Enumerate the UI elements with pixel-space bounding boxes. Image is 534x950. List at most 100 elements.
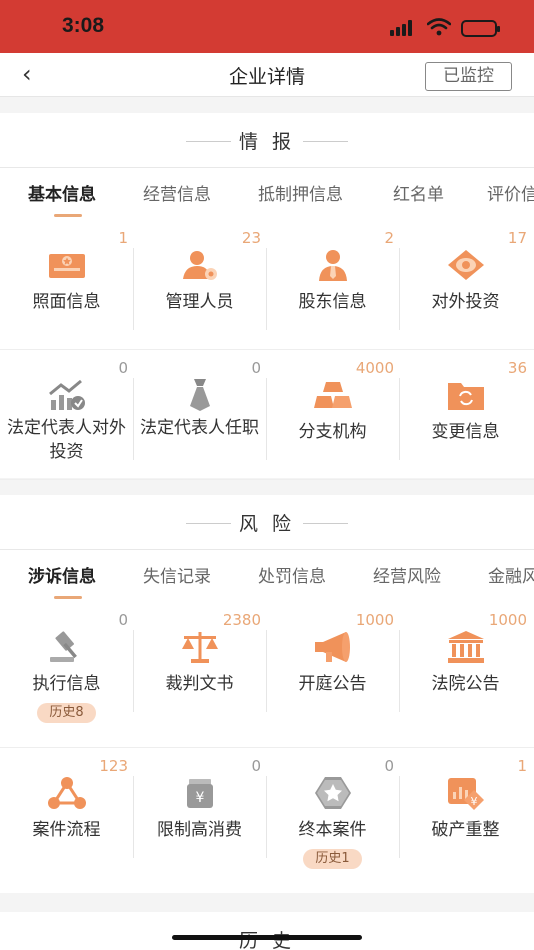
- risk-section-title: 风 险: [238, 513, 296, 535]
- grid-item-bankruptcy[interactable]: 1 ¥ 破产重整: [399, 748, 532, 893]
- megaphone-icon: [315, 632, 350, 662]
- grid-item-court-notices[interactable]: 1000 法院公告: [399, 602, 532, 748]
- manager-icon: [183, 251, 217, 280]
- wifi-icon: [427, 18, 451, 36]
- item-label: 开庭公告: [298, 674, 367, 694]
- bankruptcy-icon: ¥: [448, 778, 484, 810]
- intel-section-title: 情 报: [238, 131, 296, 153]
- history-badge[interactable]: 历史1: [303, 849, 362, 869]
- star-badge-icon: [315, 777, 351, 809]
- item-count: 23: [241, 229, 261, 247]
- tab-indicator: [54, 214, 82, 217]
- grid-item-judgments[interactable]: 2380 裁判文书: [133, 602, 266, 748]
- history-badge[interactable]: 历史8: [37, 703, 96, 723]
- intel-tabs: 基本信息 经营信息 抵制押信息 红名单 评价信息: [0, 168, 534, 220]
- item-label: 股东信息: [298, 292, 367, 312]
- grid-item-spending-limit[interactable]: 0 ¥ 限制高消费: [133, 748, 266, 893]
- risk-tabs: 涉诉信息 失信记录 处罚信息 经营风险 金融风险: [0, 550, 534, 602]
- item-count: 0: [118, 611, 128, 629]
- wallet-icon: ¥: [187, 779, 213, 808]
- tab-business-info[interactable]: 经营信息: [143, 180, 211, 205]
- item-label: 法定代表人对外投资: [7, 418, 126, 462]
- item-label: 终本案件: [298, 820, 367, 840]
- tab-evaluation-info[interactable]: 评价信息: [487, 180, 534, 205]
- item-count: 1000: [355, 611, 394, 629]
- item-label: 执行信息: [32, 674, 101, 694]
- grid-item-terminated-cases[interactable]: 0 终本案件 历史1: [266, 748, 399, 893]
- item-label: 法定代表人任职: [140, 418, 259, 438]
- divider: [303, 523, 348, 524]
- folder-change-icon: [448, 383, 484, 410]
- item-label: 管理人员: [165, 292, 234, 312]
- item-label: 对外投资: [431, 292, 500, 312]
- tab-litigation[interactable]: 涉诉信息: [28, 562, 96, 587]
- item-label: 照面信息: [32, 292, 101, 312]
- grid-item-rep-positions[interactable]: 0 法定代表人任职: [133, 350, 266, 480]
- divider: [303, 141, 348, 142]
- item-count: 0: [251, 359, 261, 377]
- tab-dishonesty[interactable]: 失信记录: [143, 562, 211, 587]
- grid-item-rep-investment[interactable]: 0 法定代表人对外投资: [0, 350, 133, 480]
- item-count: 2: [384, 229, 394, 247]
- risk-row-2: 123 案件流程 0 ¥ 限制高消费 0 终本案件 历史1 1 ¥ 破产重整: [0, 748, 534, 893]
- shareholder-icon: [319, 250, 347, 281]
- intel-section-header: 情 报: [0, 113, 534, 168]
- risk-section-header: 风 险: [0, 495, 534, 550]
- status-bar: 3:08: [0, 0, 534, 53]
- item-label: 法院公告: [431, 674, 500, 694]
- intel-row-2: 0 法定代表人对外投资 0 法定代表人任职 4000 分支机构 36 变更信息: [0, 350, 534, 480]
- history-section: 历 史: [0, 912, 534, 950]
- risk-row-1: 0 执行信息 历史8 2380 裁判文书 1000 开庭公告 1000 法院公告: [0, 602, 534, 748]
- item-count: 1: [118, 229, 128, 247]
- tab-red-list[interactable]: 红名单: [393, 180, 444, 205]
- monitor-button[interactable]: 已监控: [425, 62, 512, 91]
- grid-item-changes[interactable]: 36 变更信息: [399, 350, 532, 480]
- tab-mortgage-info[interactable]: 抵制押信息: [258, 180, 343, 205]
- gavel-icon: [50, 631, 77, 662]
- signal-icon: [390, 20, 418, 36]
- item-count: 4000: [355, 359, 394, 377]
- rep-investment-icon: [49, 379, 85, 410]
- item-count: 1000: [488, 611, 527, 629]
- item-count: 123: [99, 757, 128, 775]
- courthouse-icon: [448, 631, 484, 663]
- svg-text:¥: ¥: [196, 790, 205, 806]
- item-label: 限制高消费: [157, 820, 242, 840]
- grid-item-license-info[interactable]: 1 照面信息: [0, 220, 133, 350]
- tab-basic-info[interactable]: 基本信息: [28, 180, 96, 205]
- tab-penalty[interactable]: 处罚信息: [258, 562, 326, 587]
- home-indicator[interactable]: [172, 935, 362, 940]
- item-count: 0: [118, 359, 128, 377]
- tie-icon: [190, 379, 210, 411]
- grid-item-managers[interactable]: 23 管理人员: [133, 220, 266, 350]
- tab-operating-risk[interactable]: 经营风险: [373, 562, 441, 587]
- item-count: 2380: [222, 611, 261, 629]
- nav-bar: ‹ 企业详情 已监控: [0, 53, 534, 97]
- grid-item-investment[interactable]: 17 对外投资: [399, 220, 532, 350]
- certificate-icon: [49, 254, 85, 278]
- investment-icon: [448, 250, 484, 280]
- battery-icon: [461, 20, 500, 37]
- svg-text:¥: ¥: [471, 795, 478, 808]
- tab-indicator: [54, 596, 82, 599]
- item-label: 案件流程: [32, 820, 101, 840]
- scales-icon: [182, 632, 218, 663]
- status-time: 3:08: [62, 14, 105, 37]
- item-label: 分支机构: [298, 422, 367, 442]
- process-icon: [48, 777, 86, 809]
- grid-item-enforcement[interactable]: 0 执行信息 历史8: [0, 602, 133, 748]
- item-count: 0: [251, 757, 261, 775]
- intel-row-1: 1 照面信息 23 管理人员 2 股东信息 17 对外投资: [0, 220, 534, 350]
- item-count: 0: [384, 757, 394, 775]
- item-label: 裁判文书: [165, 674, 234, 694]
- grid-item-shareholders[interactable]: 2 股东信息: [266, 220, 399, 350]
- item-count: 17: [507, 229, 527, 247]
- grid-item-case-process[interactable]: 123 案件流程: [0, 748, 133, 893]
- item-count: 1: [517, 757, 527, 775]
- grid-item-hearing-notices[interactable]: 1000 开庭公告: [266, 602, 399, 748]
- item-count: 36: [507, 359, 527, 377]
- item-label: 破产重整: [431, 820, 500, 840]
- item-label: 变更信息: [431, 422, 500, 442]
- grid-item-branches[interactable]: 4000 分支机构: [266, 350, 399, 480]
- tab-financial-risk[interactable]: 金融风险: [488, 562, 534, 587]
